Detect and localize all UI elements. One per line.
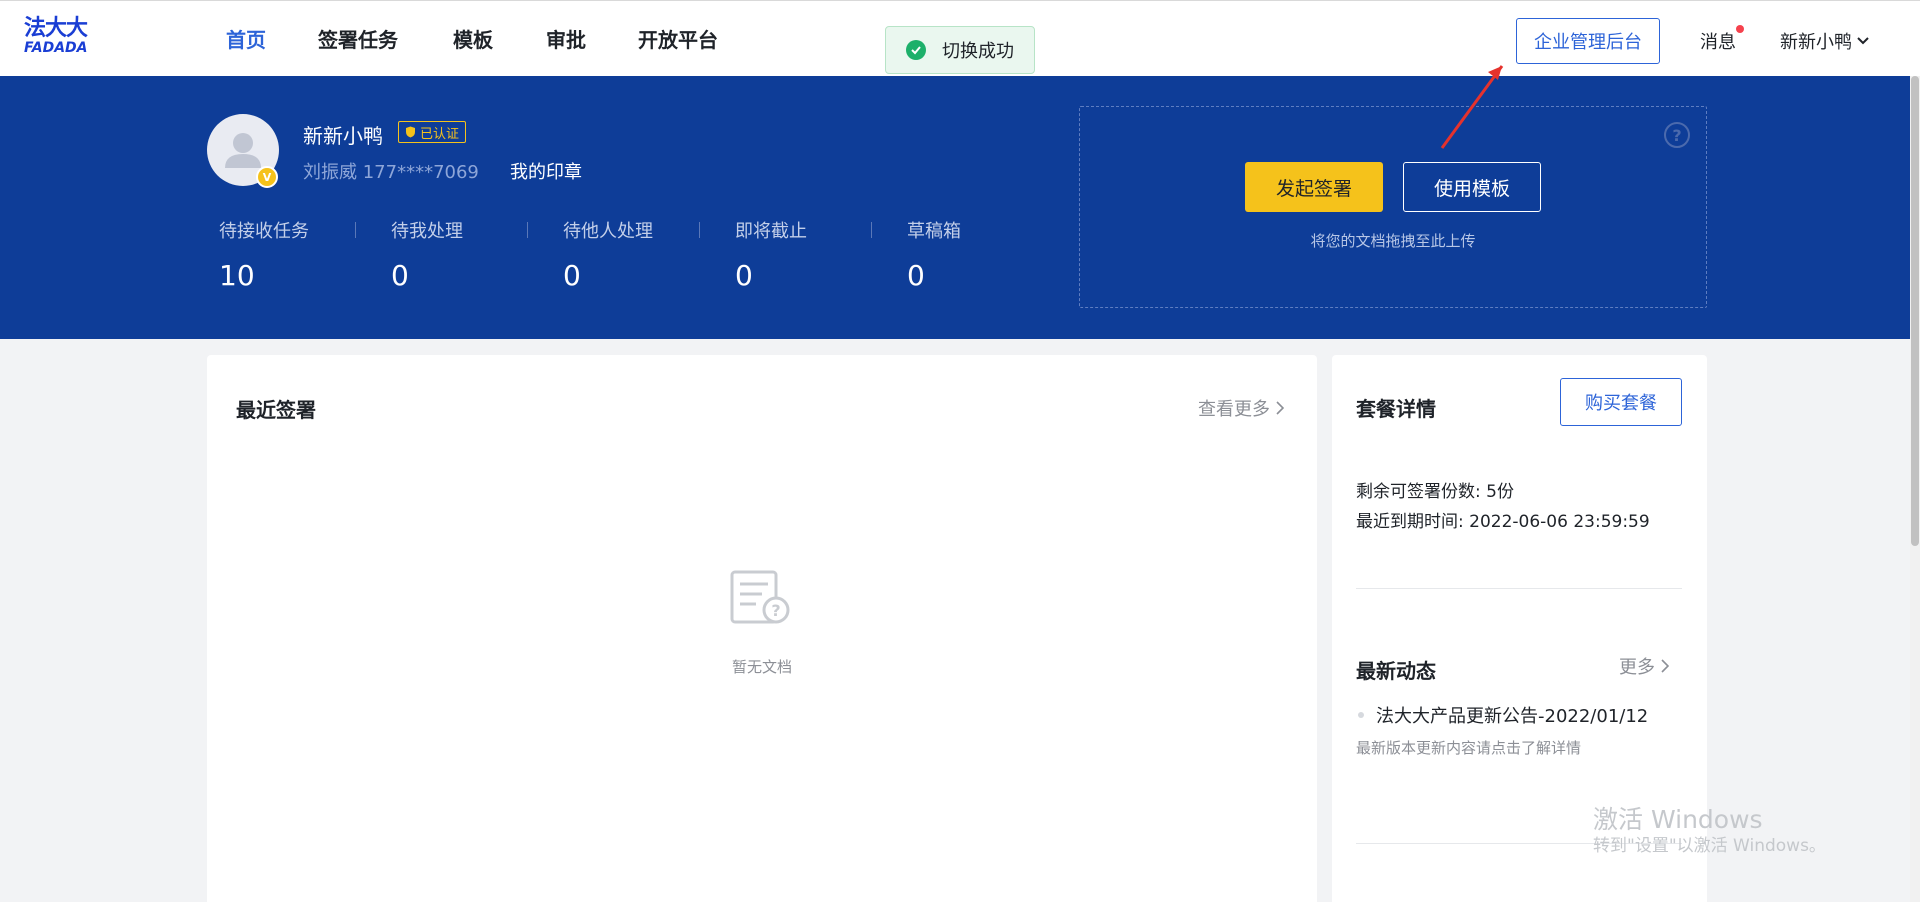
drop-zone-hint: 将您的文档拖拽至此上传 [1310,232,1476,250]
nav-tab-sign-tasks[interactable]: 签署任务 [318,27,398,53]
news-item-desc: 最新版本更新内容请点击了解详情 [1356,739,1582,757]
news-more-label: 更多 [1619,657,1655,678]
stat-label: 草稿箱 [907,221,961,242]
empty-state-text: 暂无文档 [731,658,792,676]
start-signing-button[interactable]: 发起签署 [1245,162,1383,212]
logo-text-en: FADADA [24,40,88,56]
user-menu-name: 新新小鸭 [1780,32,1852,53]
chevron-right-icon [1276,401,1284,415]
page-scrollbar-thumb[interactable] [1911,76,1919,546]
stat-value: 0 [907,259,925,292]
help-icon[interactable]: ? [1664,122,1690,148]
messages-link[interactable]: 消息 [1700,28,1736,54]
buy-plan-button[interactable]: 购买套餐 [1560,378,1682,426]
nav-tab-approval[interactable]: 审批 [546,27,586,53]
stat-divider [527,222,528,238]
stat-value: 10 [219,259,255,292]
recent-signing-title: 最近签署 [236,398,316,422]
stat-divider [871,222,872,238]
toast-message: 切换成功 [942,41,1014,62]
verified-badge-label: 已认证 [420,126,460,142]
my-seal-link[interactable]: 我的印章 [510,158,582,184]
vip-badge-icon: V [256,166,278,188]
chevron-down-icon [1857,37,1869,45]
plan-details-title: 套餐详情 [1356,397,1436,421]
stat-drafts[interactable]: 草稿箱 0 [907,220,1067,292]
verified-badge: 已认证 [398,121,467,143]
bullet-dot [1358,712,1364,718]
windows-activation-watermark-text: 转到"设置"以激活 Windows。 [1593,836,1826,856]
view-more-label: 查看更多 [1198,399,1270,420]
empty-document-icon: ? [730,570,790,624]
view-more-link[interactable]: 查看更多 [1198,395,1284,421]
check-circle-icon [906,40,926,60]
section-divider [1356,588,1682,589]
user-menu-dropdown[interactable]: 新新小鸭 [1780,28,1870,54]
unread-dot [1736,25,1744,33]
stat-value: 0 [563,259,581,292]
use-template-button[interactable]: 使用模板 [1403,162,1541,212]
fadada-logo[interactable]: 法大大 FADADA [24,18,100,58]
profile-username: 新新小鸭 [303,124,383,148]
document-drop-zone[interactable] [1079,106,1707,308]
stat-value: 0 [735,259,753,292]
plan-expiry-time: 最近到期时间: 2022-06-06 23:59:59 [1356,512,1650,532]
latest-news-title: 最新动态 [1356,659,1436,683]
nav-tab-open-platform[interactable]: 开放平台 [638,27,718,53]
chevron-right-icon [1661,659,1669,673]
stat-divider [355,222,356,238]
realname-and-phone: 刘振威 177****7069 [303,162,479,183]
nav-tab-templates[interactable]: 模板 [453,27,493,53]
annotation-arrow-icon [1440,65,1504,149]
logo-text-cn: 法大大 [24,16,88,41]
nav-tab-home[interactable]: 首页 [226,27,266,53]
remaining-signings: 剩余可签署份数: 5份 [1356,482,1514,502]
svg-text:?: ? [771,601,780,620]
stat-value: 0 [391,259,409,292]
success-toast: 切换成功 [885,26,1035,74]
shield-icon [406,126,415,138]
enterprise-admin-button[interactable]: 企业管理后台 [1516,18,1660,64]
stat-divider [699,222,700,238]
news-item-title[interactable]: 法大大产品更新公告-2022/01/12 [1376,702,1648,728]
news-more-link[interactable]: 更多 [1619,653,1669,679]
